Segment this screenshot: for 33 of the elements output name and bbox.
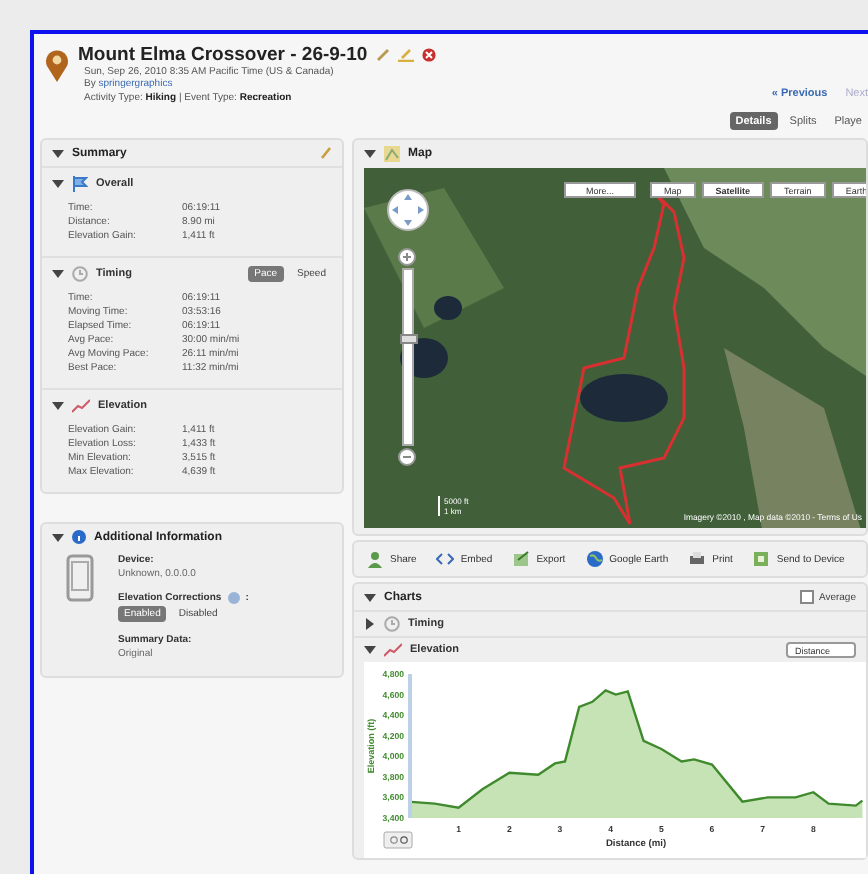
device-icon [752,550,771,568]
activity-title: Mount Elma Crossover - 26-9-10 [78,44,368,66]
range-handle[interactable] [408,674,412,818]
line-graph-icon [384,642,402,658]
clock-icon [384,616,400,632]
map-icon [384,146,400,162]
disclosure-triangle-icon[interactable] [364,618,376,630]
zoom-buttons-icon[interactable] [383,831,413,849]
disclosure-triangle-icon[interactable] [364,591,376,603]
export-icon [512,550,531,568]
line-graph-icon [72,398,90,414]
disclosure-triangle-icon[interactable] [52,268,64,280]
zoom-in-icon[interactable] [398,248,416,266]
code-brackets-icon [436,550,455,568]
flag-icon [72,176,88,192]
delete-icon[interactable] [421,48,436,62]
zoom-out-icon[interactable] [398,448,416,466]
disclosure-triangle-icon[interactable] [52,178,64,190]
printer-icon [688,550,707,568]
map-pin-icon [44,48,70,84]
disclosure-triangle-icon[interactable] [52,400,64,412]
info-icon [72,530,86,544]
phone-icon [66,554,94,602]
disclosure-triangle-icon[interactable] [364,644,376,656]
globe-icon [585,550,604,568]
disclosure-triangle-icon[interactable] [52,531,64,543]
pan-control-icon[interactable] [386,188,430,232]
zoom-slider-thumb[interactable] [400,333,418,344]
disclosure-triangle-icon[interactable] [52,147,64,159]
clock-icon [72,266,88,282]
disclosure-triangle-icon[interactable] [364,148,376,160]
person-icon [366,550,384,568]
average-checkbox[interactable] [800,590,815,604]
